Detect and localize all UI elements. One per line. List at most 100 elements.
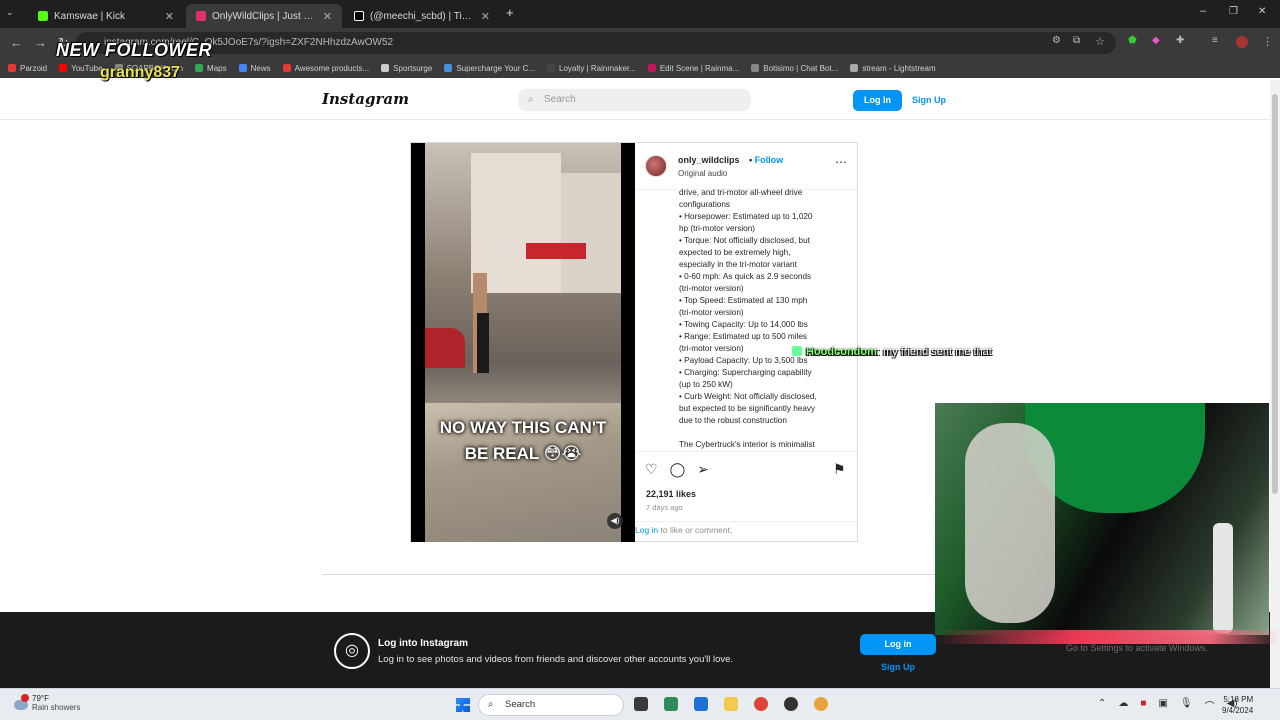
description-line: especially in the tri-motor variant [679,260,797,269]
menu-list-icon[interactable]: ≡ [1212,35,1218,46]
obs-icon[interactable] [784,697,798,711]
close-tab-icon[interactable]: ✕ [323,10,332,23]
bookmark-star-icon[interactable]: ☆ [1095,35,1105,48]
tab-list-button[interactable]: ⌄ [6,7,14,18]
follow-button[interactable]: • Follow [749,155,783,165]
install-app-icon[interactable]: ⧉ [1073,35,1080,46]
close-tab-icon[interactable]: ✕ [165,10,174,23]
taskbar: 79°F Rain showers ⌕ Search ⌃ ☁ ■ ▣ 🎙 ⌒ ◀… [0,688,1280,720]
extensions-puzzle-icon[interactable]: ✚ [1176,35,1184,46]
bookmark-lightstream[interactable]: stream - Lightstream [850,64,936,73]
bookmark-icon [444,64,453,72]
description-line: • Horsepower: Estimated up to 1,020 [679,212,813,221]
mute-toggle-icon[interactable]: ◀) [607,513,623,529]
bookmark-icon [547,64,556,72]
tab-kick[interactable]: Kamswae | Kick ✕ [28,4,184,28]
bookmark-label: Edit Scene | Rainma... [659,63,740,73]
kick-favicon-icon [38,11,48,21]
maximize-button[interactable]: ❐ [1229,6,1238,17]
bookmark-sportsurge[interactable]: Sportsurge [381,64,432,73]
scrollbar-thumb[interactable] [1272,94,1278,494]
bookmark-icon [282,64,291,72]
more-options-icon[interactable]: ⋯ [835,155,847,169]
comment-bubble-icon[interactable]: ◯ [670,461,686,478]
author-avatar[interactable] [645,155,667,177]
login-button[interactable]: Log In [853,90,902,111]
instagram-favicon-icon [196,11,206,21]
site-settings-icon[interactable]: ⚙ [1052,35,1061,46]
close-tab-icon[interactable]: ✕ [481,10,490,23]
task-view-icon[interactable] [634,697,648,711]
bookmark-youtube[interactable]: YouTube [59,64,103,73]
app-icon[interactable] [664,697,678,711]
close-window-button[interactable]: ✕ [1258,6,1266,17]
description-line: • 0-60 mph: As quick as 2.9 seconds [679,272,812,281]
like-heart-icon[interactable]: ♡ [645,461,658,478]
new-tab-button[interactable]: + [506,5,514,20]
chat-message: Hoodcondom: my friend sent me that [792,346,992,358]
login-link[interactable]: Log in [635,525,658,535]
wifi-icon[interactable]: ⌒ [1205,698,1215,713]
microphone-icon[interactable]: 🎙 [1180,698,1193,713]
description-line: • Torque: Not officially disclosed, but [679,236,810,245]
forward-icon[interactable]: → [34,35,47,50]
chevron-up-icon[interactable]: ⌃ [1098,698,1106,713]
reel-video[interactable]: NO WAY THIS CAN'T BE REAL 😳😭 ◀) [411,143,635,542]
store-icon[interactable] [694,697,708,711]
system-clock[interactable]: 5:18 PM 9/4/2024 [1222,694,1253,716]
divider [322,574,958,575]
bookmark-icon [8,64,16,72]
chrome-icon[interactable] [754,697,768,711]
description-line [679,427,839,439]
bookmark-icon [381,64,390,72]
banner-signup-link[interactable]: Sign Up [860,662,936,672]
bookmark-label: Maps [207,63,227,73]
author-username[interactable]: only_wildclips [678,155,740,165]
divider [635,451,857,452]
audio-label[interactable]: Original audio [678,169,727,178]
taskbar-search-input[interactable]: ⌕ Search [478,694,624,716]
app-tray-icon[interactable]: ■ [1140,698,1146,713]
bookmark-loyalty-rainmaker[interactable]: Loyalty | Rainmaker... [547,64,636,73]
bookmark-supercharge[interactable]: Supercharge Your C... [444,64,535,73]
extension-shield-icon[interactable]: ⬟ [1128,35,1137,46]
bookmark-parzoid[interactable]: Parzoid [8,64,47,73]
tab-instagram[interactable]: OnlyWildClips | Just another da ✕ [186,4,342,28]
extension-icon[interactable]: ◆ [1152,35,1160,46]
tab-tiktok[interactable]: (@meechi_scbd) | TikTok ✕ [344,4,500,28]
video-building-shape [471,153,561,293]
app-tray-icon[interactable]: ▣ [1158,698,1167,713]
profile-avatar[interactable] [1236,36,1248,48]
bookmark-edit-scene[interactable]: Edit Scene | Rainma... [647,63,740,73]
description-line: but expected to be significantly heavy [679,404,816,413]
bookmark-icon [751,64,760,72]
chrome-active-icon[interactable] [814,697,828,711]
minimize-button[interactable]: – [1200,5,1206,17]
divider [635,521,857,522]
browser-tab-strip: ⌄ Kamswae | Kick ✕ OnlyWildClips | Just … [0,0,1280,28]
clock-time: 5:18 PM [1223,695,1254,704]
tab-label: (@meechi_scbd) | TikTok [370,10,475,22]
weather-widget[interactable]: 79°F Rain showers [12,694,80,712]
share-send-icon[interactable]: ➢ [697,461,709,478]
instagram-header: Instagram ⌕ Search Log In Sign Up [0,80,1270,120]
start-windows-icon[interactable] [456,698,470,712]
post-description: drive, and tri-motor all-wheel drive con… [679,187,839,449]
banner-login-button[interactable]: Log in [860,634,936,655]
bookmark-maps[interactable]: Maps [195,64,227,73]
browser-menu-icon[interactable]: ⋮ [1262,35,1273,48]
instagram-logo[interactable]: Instagram [322,90,409,108]
video-person-shape [477,313,489,373]
save-bookmark-icon[interactable]: ⚑ [833,461,846,478]
signup-link[interactable]: Sign Up [912,90,946,111]
bookmark-news[interactable]: News [238,64,271,73]
bookmark-botisimo[interactable]: Botisimo | Chat Bot... [751,64,838,73]
cloud-icon[interactable]: ☁ [1118,698,1128,713]
search-input[interactable]: ⌕ Search [518,89,751,111]
video-car-shape [425,328,465,368]
back-icon[interactable]: ← [10,35,23,50]
file-explorer-icon[interactable] [724,697,738,711]
url-field[interactable]: instagram.com/reel/C_Ok5JOoE7s/?igsh=ZXF… [76,32,1116,54]
likes-count[interactable]: 22,191 likes [646,489,696,499]
bookmark-awesome-products[interactable]: Awesome products... [282,64,369,73]
